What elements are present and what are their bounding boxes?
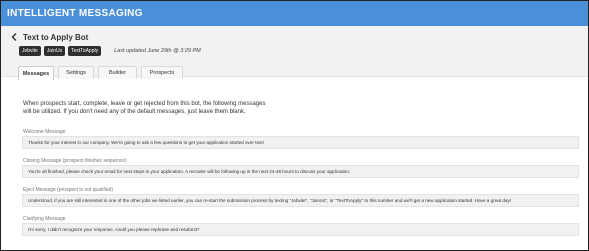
page-title: Text to Apply Bot [23,32,89,42]
welcome-message-field[interactable]: Thanks for your interest in our company.… [22,136,579,149]
app-header: INTELLIGENT MESSAGING [1,1,588,26]
clarifying-message-field[interactable]: I'm sorry, I didn't recognize your respo… [22,223,579,236]
tags-row: Jobvite JoinUs TextToApply Last updated … [19,46,201,56]
eject-message-label: Eject Message (prospect is not qualified… [23,187,114,193]
title-row: Text to Apply Bot [9,32,88,42]
chevron-left-icon[interactable] [9,32,19,42]
closing-message-label: Closing Message (prospect finishes seque… [23,158,127,164]
tag-jobvite: Jobvite [19,46,41,56]
tag-joinus: JoinUs [43,46,66,56]
eject-message-field[interactable]: Understood, if you are still interested … [22,194,579,207]
app-window: INTELLIGENT MESSAGING Text to Apply Bot … [0,0,589,251]
bot-header-panel: Text to Apply Bot Jobvite JoinUs TextToA… [1,26,588,80]
closing-message-field[interactable]: You're all finished, please check your e… [22,165,579,178]
welcome-message-label: Welcome Message [23,129,66,135]
app-title: INTELLIGENT MESSAGING [7,8,143,19]
intro-line-1: When prospects start, complete, leave or… [23,101,266,107]
messages-content: When prospects start, complete, leave or… [1,78,588,250]
intro-line-2: will be utilized. If you don't need any … [23,109,246,115]
tag-texttoapply: TextToApply [68,46,102,56]
clarifying-message-label: Clarifying Message [23,216,66,222]
last-updated: Last updated June 29th @ 3:29 PM [114,48,201,54]
intro-text: When prospects start, complete, leave or… [23,100,423,116]
